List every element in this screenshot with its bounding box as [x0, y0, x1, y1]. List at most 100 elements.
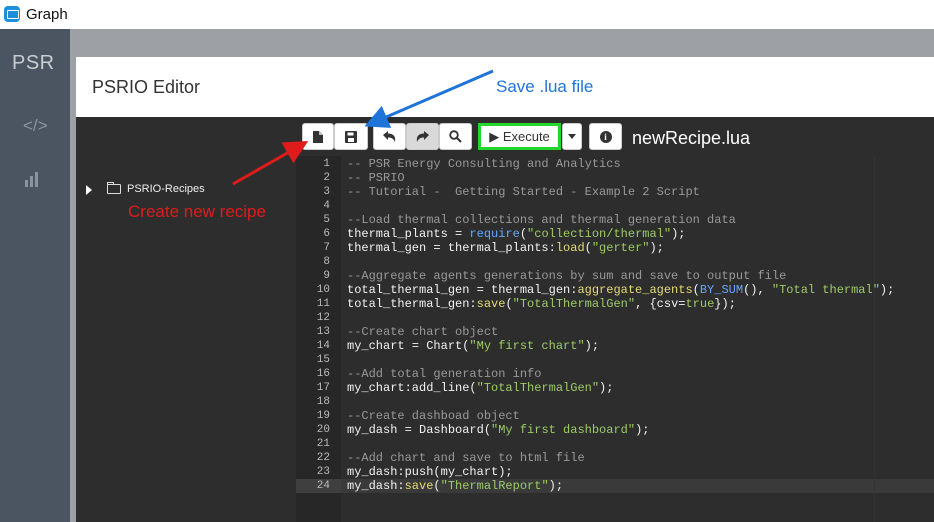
code-token: true	[685, 297, 715, 311]
code-token: require	[469, 227, 520, 241]
code-line[interactable]: 4	[296, 199, 934, 213]
code-token: save	[476, 297, 506, 311]
tree-item-label[interactable]: PSRIO-Recipes	[127, 183, 205, 195]
code-line[interactable]: 7 thermal_gen = thermal_plants:load("gert…	[296, 241, 934, 255]
execute-button[interactable]: ▶ Execute	[478, 123, 561, 150]
undo-button[interactable]	[373, 123, 406, 150]
line-number: 17	[316, 382, 330, 394]
code-line[interactable]: 1 -- PSR Energy Consulting and Analytics	[296, 157, 934, 171]
code-token: (	[692, 283, 700, 297]
code-text: --Add chart and save to html file	[347, 451, 585, 465]
execute-dropdown-button[interactable]	[562, 123, 582, 150]
code-token: aggregate_agents	[577, 283, 693, 297]
save-annotation: Save .lua file	[496, 77, 594, 96]
code-line[interactable]: 12	[296, 311, 934, 325]
code-line[interactable]: 10 total_thermal_gen = thermal_gen:aggreg…	[296, 283, 934, 297]
line-number: 6	[323, 228, 330, 240]
redo-icon	[416, 131, 429, 142]
code-line[interactable]: 18	[296, 395, 934, 409]
code-line[interactable]: 23 my_dash:push(my_chart);	[296, 465, 934, 479]
code-text: my_chart:add_line("TotalThermalGen");	[347, 381, 613, 395]
code-token: "ThermalReport"	[440, 479, 549, 493]
code-text: --Add total generation info	[347, 367, 541, 381]
code-token: );	[649, 241, 664, 255]
code-token: --Aggregate agents generations by sum an…	[347, 269, 787, 283]
code-token: total_thermal_gen = thermal_gen:	[347, 283, 578, 297]
folder-icon	[107, 182, 121, 194]
line-number: 11	[316, 298, 330, 310]
code-line[interactable]: 17 my_chart:add_line("TotalThermalGen");	[296, 381, 934, 395]
line-number: 15	[316, 354, 330, 366]
code-token: "My first chart"	[469, 339, 585, 353]
code-token: );	[584, 339, 600, 353]
modal-title: PSRIO Editor	[92, 77, 201, 97]
code-line[interactable]: 6 thermal_plants = require("collection/th…	[296, 227, 934, 241]
code-line[interactable]: 20 my_dash = Dashboard("My first dashboar…	[296, 423, 934, 437]
code-token: total_thermal_gen:	[347, 297, 477, 311]
file-name: newRecipe.lua	[632, 128, 751, 148]
info-button[interactable]: i	[589, 123, 622, 150]
code-line[interactable]: 15	[296, 353, 934, 367]
redo-button[interactable]	[406, 123, 439, 150]
app-icon	[4, 6, 20, 22]
code-token: );	[671, 227, 686, 241]
line-number: 16	[316, 368, 330, 380]
new-file-button[interactable]	[302, 123, 334, 150]
code-token: (	[505, 297, 513, 311]
new-recipe-annotation: Create new recipe	[128, 202, 266, 221]
code-token: );	[635, 423, 650, 437]
code-line[interactable]: 21	[296, 437, 934, 451]
code-token: (	[433, 479, 441, 493]
info-icon: i	[599, 130, 612, 143]
code-editor[interactable]: 1 -- PSR Energy Consulting and Analytics 2…	[296, 156, 934, 522]
code-line[interactable]: 16 --Add total generation info	[296, 367, 934, 381]
code-token: --Load thermal collections and thermal g…	[347, 213, 736, 227]
line-number: 13	[316, 326, 330, 338]
code-token: (	[519, 227, 528, 241]
expand-caret-icon[interactable]	[86, 185, 92, 195]
line-number: 2	[323, 172, 330, 184]
line-number: 4	[323, 200, 330, 212]
code-icon[interactable]: </>	[23, 116, 48, 136]
code-token: --Create chart object	[347, 325, 499, 339]
line-number: 12	[316, 312, 330, 324]
code-line[interactable]: 2 -- PSRIO	[296, 171, 934, 185]
brand-logo: PSR	[12, 52, 55, 74]
code-text: --Load thermal collections and thermal g…	[347, 213, 736, 227]
code-text: thermal_plants = require("collection/the…	[347, 227, 685, 241]
code-line[interactable]: 19 --Create dashboad object	[296, 409, 934, 423]
code-token: (	[584, 241, 592, 255]
line-number: 10	[316, 284, 330, 296]
code-line[interactable]: 14 my_chart = Chart("My first chart");	[296, 339, 934, 353]
line-number: 3	[323, 186, 330, 198]
code-line[interactable]: 22 --Add chart and save to html file	[296, 451, 934, 465]
code-text: --Create chart object	[347, 325, 498, 339]
line-number: 22	[316, 452, 330, 464]
code-line[interactable]: 3 -- Tutorial - Getting Started - Example…	[296, 185, 934, 199]
code-token: "Total thermal"	[771, 283, 880, 297]
code-token: );	[548, 479, 564, 493]
search-button[interactable]	[439, 123, 472, 150]
bar-chart-icon[interactable]	[25, 171, 43, 187]
code-token: thermal_plants =	[347, 227, 470, 241]
code-token: );	[599, 381, 614, 395]
code-token: -- PSRIO	[347, 171, 405, 185]
code-line[interactable]: 13 --Create chart object	[296, 325, 934, 339]
save-button[interactable]	[334, 123, 368, 150]
code-line[interactable]: 24 my_dash:save("ThermalReport");	[296, 479, 934, 493]
line-number: 5	[323, 214, 330, 226]
code-text: my_dash:push(my_chart);	[347, 465, 513, 479]
line-number: 9	[323, 270, 330, 282]
code-token: (),	[743, 283, 772, 297]
code-line[interactable]: 9 --Aggregate agents generations by sum a…	[296, 269, 934, 283]
code-lines: 1 -- PSR Energy Consulting and Analytics 2…	[296, 157, 934, 493]
execute-label: ▶ Execute	[489, 128, 550, 144]
code-line[interactable]: 5 --Load thermal collections and thermal …	[296, 213, 934, 227]
code-token: save	[404, 479, 434, 493]
code-text: -- PSRIO	[347, 171, 405, 185]
code-text: my_chart = Chart("My first chart");	[347, 339, 599, 353]
window-titlebar: Graph	[0, 0, 934, 29]
code-line[interactable]: 11 total_thermal_gen:save("TotalThermalGe…	[296, 297, 934, 311]
line-number: 24	[316, 480, 330, 492]
code-line[interactable]: 8	[296, 255, 934, 269]
